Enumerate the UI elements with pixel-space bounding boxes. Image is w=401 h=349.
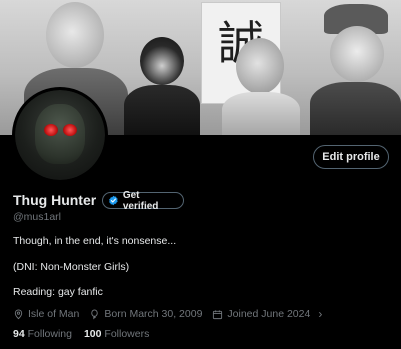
location-item: Isle of Man: [13, 308, 79, 320]
joined-text: Joined June 2024: [227, 308, 311, 320]
avatar-helmet: [35, 104, 85, 164]
location-pin-icon: [14, 309, 23, 319]
profile-avatar[interactable]: [12, 87, 108, 183]
verified-badge-icon: [109, 195, 118, 206]
get-verified-button[interactable]: Get verified: [102, 189, 184, 212]
bio-line-1: Though, in the end, it's nonsense...: [13, 235, 177, 247]
profile-name: Thug Hunter: [13, 192, 97, 208]
banner-figure-3: [222, 36, 300, 135]
chevron-right-icon: ›: [318, 307, 323, 321]
edit-profile-button[interactable]: Edit profile: [313, 145, 389, 169]
joined-item[interactable]: Joined June 2024 ›: [212, 307, 322, 321]
avatar-eye-right: [63, 124, 77, 136]
banner-figure-4: [308, 0, 401, 135]
calendar-icon: [213, 309, 223, 319]
following-label: Following: [27, 328, 72, 340]
follow-stats: 94 Following 100 Followers: [13, 328, 149, 340]
followers-link[interactable]: 100 Followers: [84, 328, 149, 340]
banner-figure-2: [122, 35, 202, 135]
avatar-eye-left: [44, 124, 58, 136]
profile-meta: Isle of Man Born March 30, 2009 Joined J…: [13, 307, 332, 321]
get-verified-label: Get verified: [122, 189, 159, 212]
following-link[interactable]: 94 Following: [13, 328, 72, 340]
followers-label: Followers: [104, 328, 150, 340]
followers-count: 100: [83, 328, 102, 340]
profile-handle: @mus1arl: [13, 211, 62, 223]
following-count: 94: [13, 328, 25, 340]
bio-line-2: (DNI: Non-Monster Girls): [13, 261, 130, 273]
balloon-icon: [91, 308, 99, 319]
bio-line-3: Reading: gay fanfic: [13, 286, 103, 298]
birthday-text: Born March 30, 2009: [104, 308, 203, 320]
birthday-item: Born March 30, 2009: [89, 308, 202, 320]
location-text: Isle of Man: [28, 308, 80, 320]
